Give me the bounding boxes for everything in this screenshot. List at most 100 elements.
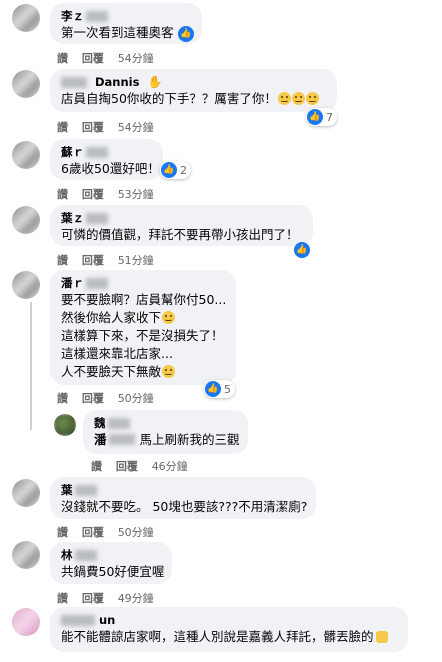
- timestamp[interactable]: 49分鐘: [118, 592, 154, 605]
- reply-button[interactable]: 回覆: [82, 121, 104, 134]
- comment-bubble: 蘇ｒ 6歲收50還好吧！: [50, 139, 163, 180]
- comment-bubble: 潘ｒ 要不要臉啊？店員幫你付50... 然後你給人家收下 這樣算下來，不是沒損失…: [50, 270, 236, 385]
- timestamp[interactable]: 50分鐘: [118, 392, 154, 405]
- reply-thread-line: [30, 302, 32, 430]
- comment-actions: 讚 回覆 50分鐘: [57, 390, 164, 406]
- redacted-name: [86, 213, 108, 224]
- reply-button[interactable]: 回覆: [82, 592, 104, 605]
- avatar[interactable]: [12, 70, 40, 98]
- commenter-name[interactable]: 蘇ｒ: [61, 145, 84, 160]
- reply-button[interactable]: 回覆: [82, 392, 104, 405]
- emoji-icon: [162, 311, 176, 324]
- commenter-name[interactable]: 潘ｒ: [61, 276, 84, 291]
- timestamp[interactable]: 51分鐘: [118, 254, 154, 267]
- mention-link[interactable]: 潘: [94, 432, 107, 447]
- comment-actions: 讚 回覆 53分鐘: [57, 186, 164, 202]
- commenter-name[interactable]: Dannis: [95, 75, 139, 90]
- like-button[interactable]: 讚: [57, 121, 68, 134]
- reaction-badge[interactable]: 👍 2: [160, 161, 191, 179]
- like-button[interactable]: 讚: [91, 460, 102, 473]
- reaction-badge[interactable]: 👍: [294, 241, 310, 259]
- comment-bubble: un 能不能體諒店家啊，這種人別說是嘉義人拜託，髒丟臉的: [50, 607, 408, 652]
- avatar[interactable]: [12, 608, 40, 636]
- like-button[interactable]: 讚: [57, 254, 68, 267]
- comment-actions: 讚 回覆 54分鐘: [57, 119, 164, 135]
- emoji-icon: [291, 92, 305, 105]
- commenter-name[interactable]: 魏: [94, 416, 106, 431]
- reply-button[interactable]: 回覆: [82, 254, 104, 267]
- redacted-name: [61, 615, 95, 626]
- like-button[interactable]: 讚: [57, 188, 68, 201]
- comment-line: 這樣還來靠北店家...: [61, 346, 173, 361]
- comment-text: 能不能體諒店家啊，這種人別說是嘉義人拜託，髒丟臉的: [61, 629, 374, 644]
- like-icon: 👍: [294, 242, 310, 258]
- comment-text: 可憐的價值觀，拜託不要再帶小孩出門了！: [61, 227, 299, 242]
- like-icon: 👍: [161, 162, 177, 178]
- comment-actions: 讚 回覆 46分鐘: [91, 458, 198, 474]
- emoji-icon: [277, 92, 291, 105]
- reaction-count: 2: [180, 163, 187, 177]
- avatar[interactable]: [12, 479, 40, 507]
- reaction-badge[interactable]: 👍: [178, 25, 194, 43]
- timestamp[interactable]: 46分鐘: [152, 460, 188, 473]
- comment-actions: 讚 回覆 49分鐘: [57, 590, 164, 606]
- comment-bubble: 葉 沒錢就不要吃。 50塊也要該???不用清潔廁?: [50, 477, 316, 519]
- redacted-name: [108, 434, 135, 445]
- like-icon: 👍: [307, 109, 323, 125]
- redacted-name: [61, 77, 87, 88]
- avatar[interactable]: [12, 271, 40, 299]
- redacted-name: [107, 418, 130, 429]
- timestamp[interactable]: 54分鐘: [118, 52, 154, 65]
- avatar[interactable]: [12, 206, 40, 234]
- comment-actions: 讚 回覆 54分鐘: [57, 50, 164, 66]
- thumbs-down-icon: [375, 631, 388, 643]
- redacted-name: [74, 485, 97, 496]
- reply-button[interactable]: 回覆: [82, 52, 104, 65]
- reaction-badge[interactable]: 👍 7: [306, 108, 337, 126]
- comment-line: 然後你給人家收下: [61, 310, 162, 325]
- comment-text: 6歲收50還好吧！: [61, 161, 160, 176]
- avatar[interactable]: [54, 414, 76, 436]
- commenter-name[interactable]: 葉ｚ: [61, 211, 84, 226]
- comment-line: 人不要臉天下無敵: [61, 364, 162, 379]
- like-icon: 👍: [178, 26, 194, 42]
- comment-line: 要不要臉啊？店員幫你付50...: [61, 292, 227, 307]
- reaction-badge[interactable]: 👍 5: [204, 380, 235, 398]
- comment-line: 這樣算下來，不是沒損失了！: [61, 328, 224, 343]
- timestamp[interactable]: 50分鐘: [118, 526, 154, 539]
- timestamp[interactable]: 54分鐘: [118, 121, 154, 134]
- avatar[interactable]: [12, 141, 40, 169]
- reply-button[interactable]: 回覆: [82, 188, 104, 201]
- reaction-count: 7: [326, 110, 333, 124]
- commenter-name[interactable]: 葉: [61, 483, 73, 498]
- comment-text: 馬上刷新我的三觀: [139, 432, 240, 447]
- reply-button[interactable]: 回覆: [82, 526, 104, 539]
- redacted-name: [86, 278, 108, 289]
- emoji-icon: [305, 92, 319, 105]
- avatar[interactable]: [12, 541, 40, 569]
- like-icon: 👍: [205, 381, 221, 397]
- redacted-name: [86, 11, 108, 22]
- like-button[interactable]: 讚: [57, 392, 68, 405]
- avatar[interactable]: [12, 4, 40, 32]
- commenter-name[interactable]: 林: [61, 548, 73, 563]
- wave-icon: ✋: [147, 75, 163, 89]
- comment-bubble: Dannis ✋ 店員自掏50你收的下手？？厲害了你！: [50, 69, 337, 112]
- comment-text: 沒錢就不要吃。 50塊也要該???不用清潔廁?: [61, 499, 308, 514]
- commenter-name[interactable]: 李ｚ: [61, 9, 84, 24]
- comment-bubble: 葉ｚ 可憐的價值觀，拜託不要再帶小孩出門了！: [50, 205, 313, 246]
- comment-text: 第一次看到這種奧客: [61, 25, 174, 40]
- like-button[interactable]: 讚: [57, 592, 68, 605]
- emoji-icon: [162, 365, 176, 378]
- commenter-name[interactable]: un: [99, 613, 115, 628]
- reaction-count: 5: [224, 382, 231, 396]
- timestamp[interactable]: 53分鐘: [118, 188, 154, 201]
- comment-actions: 讚 回覆 51分鐘: [57, 252, 164, 268]
- redacted-name: [74, 550, 97, 561]
- like-button[interactable]: 讚: [57, 52, 68, 65]
- reply-button[interactable]: 回覆: [116, 460, 138, 473]
- like-button[interactable]: 讚: [57, 526, 68, 539]
- redacted-name: [86, 147, 108, 158]
- comment-bubble: 魏 潘 馬上刷新我的三觀: [83, 410, 248, 454]
- comment-bubble: 林 共鍋費50好便宜喔: [50, 542, 172, 584]
